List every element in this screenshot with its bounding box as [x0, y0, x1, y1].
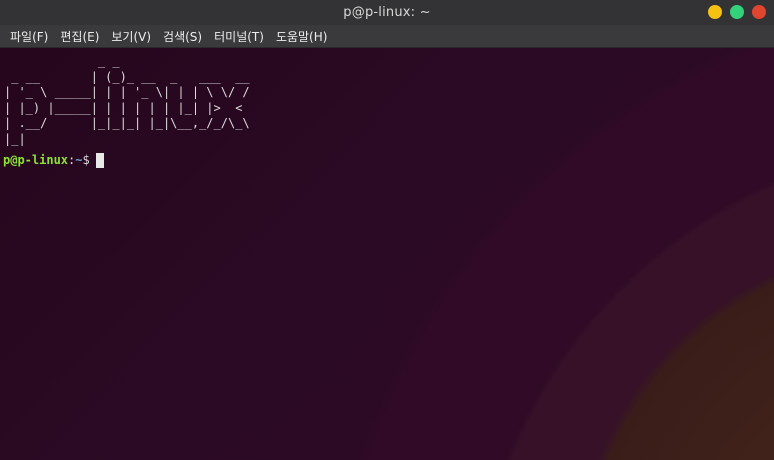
shell-prompt: p@p-linux: ~ $ — [3, 152, 104, 168]
menu-edit[interactable]: 편집(E) — [54, 28, 105, 45]
window-controls — [708, 5, 766, 19]
ascii-art-banner: _ _ _ __ | (_)_ __ _ ___ __ | '_ \ _____… — [4, 54, 250, 146]
menu-bar: 파일(F) 편집(E) 보기(V) 검색(S) 터미널(T) 도움말(H) — [0, 25, 774, 48]
menu-search[interactable]: 검색(S) — [157, 28, 208, 45]
close-button[interactable] — [752, 5, 766, 19]
maximize-button[interactable] — [730, 5, 744, 19]
prompt-user-host: p@p-linux — [3, 153, 69, 167]
menu-help[interactable]: 도움말(H) — [270, 28, 334, 45]
text-cursor — [95, 152, 104, 168]
title-bar[interactable]: p@p-linux: ~ — [0, 0, 774, 25]
minimize-button[interactable] — [708, 5, 722, 19]
prompt-symbol: $ — [82, 153, 90, 167]
prompt-separator: : — [68, 153, 76, 167]
menu-terminal[interactable]: 터미널(T) — [208, 28, 270, 45]
menu-file[interactable]: 파일(F) — [4, 28, 54, 45]
menu-view[interactable]: 보기(V) — [105, 28, 157, 45]
window-title: p@p-linux: ~ — [343, 5, 431, 20]
prompt-path: ~ — [75, 153, 83, 167]
terminal-area[interactable]: _ _ _ __ | (_)_ __ _ ___ __ | '_ \ _____… — [0, 48, 774, 460]
terminal-window: p@p-linux: ~ 파일(F) 편집(E) 보기(V) 검색(S) 터미널… — [0, 0, 774, 460]
